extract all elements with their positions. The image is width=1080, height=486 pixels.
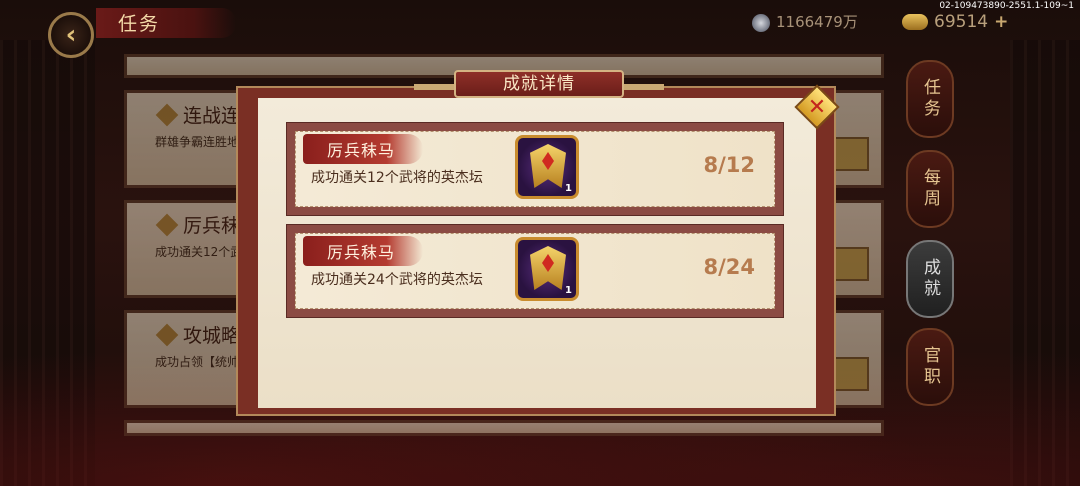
task-desc: 群雄争霸连胜地 [155, 135, 240, 149]
achievement-name: 厉兵秣马 [327, 243, 396, 262]
close-button[interactable]: ✕ [794, 84, 840, 130]
gold-currency: 69514 + [902, 11, 1008, 33]
diamond-icon [155, 103, 179, 127]
header-ornament-right [624, 84, 664, 90]
reward-quantity: 1 [565, 285, 572, 296]
reward-item[interactable]: 1 [515, 237, 579, 301]
task-desc: 成功通关12个武 [155, 245, 243, 259]
tab-daily[interactable]: 任务 [906, 60, 954, 138]
tab-official-rank[interactable]: 官职 [906, 328, 954, 406]
achievement-name: 厉兵秣马 [327, 141, 396, 160]
gold-ingot-icon [902, 14, 928, 30]
achievement-item: 厉兵秣马 成功通关12个武将的英杰坛 1 8/12 [286, 122, 784, 216]
add-gold-button[interactable]: + [994, 11, 1008, 33]
page-title: 任务 [118, 13, 161, 35]
silver-coin-icon [752, 13, 770, 32]
tab-weekly[interactable]: 每周 [906, 150, 954, 228]
achievement-item: 厉兵秣马 成功通关24个武将的英杰坛 1 8/24 [286, 224, 784, 318]
task-desc: 成功占领【统帅 [155, 355, 240, 369]
top-bar: ‹ 任务 1166479万 69514 + 02-109473890-2551.1… [0, 0, 1080, 58]
silver-currency: 1166479万 [752, 11, 858, 33]
build-id: 02-109473890-2551.1-109~1 [939, 1, 1074, 11]
achievement-desc: 成功通关24个武将的英杰坛 [311, 272, 483, 288]
diamond-icon [155, 323, 179, 347]
header-ornament-left [414, 84, 454, 90]
silver-value: 1166479万 [776, 13, 858, 31]
achievement-desc: 成功通关12个武将的英杰坛 [311, 170, 483, 186]
back-button[interactable]: ‹ [48, 12, 94, 58]
back-arrow-icon: ‹ [65, 20, 77, 50]
task-card-partial [124, 420, 884, 436]
close-icon: ✕ [807, 94, 827, 120]
achievement-progress: 8/24 [703, 255, 755, 279]
reward-item[interactable]: 1 [515, 135, 579, 199]
dialog-title: 成就详情 [454, 70, 624, 98]
achievement-progress: 8/12 [703, 153, 755, 177]
tab-achievement[interactable]: 成就 [906, 240, 954, 318]
reward-quantity: 1 [565, 183, 572, 194]
title-plate [96, 8, 236, 38]
gold-value: 69514 [934, 12, 989, 32]
diamond-icon [155, 213, 179, 237]
